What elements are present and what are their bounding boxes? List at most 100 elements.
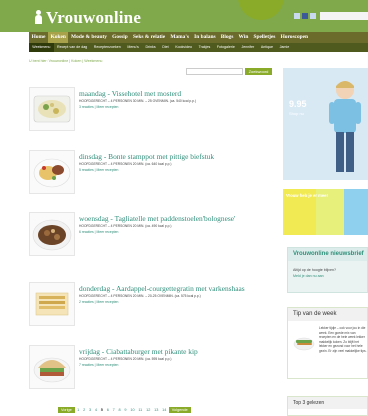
page-link[interactable]: 12 (145, 408, 152, 412)
page-link[interactable]: 11 (137, 408, 144, 412)
subnav-item[interactable]: Jamie (276, 43, 292, 52)
nav-item[interactable]: Horoscopen (278, 32, 311, 43)
recipe-item: donderdag - Aardappel-courgettegratin me… (29, 282, 279, 340)
recipe-item: woensdag - Tagliatelle met paddenstoelen… (29, 212, 279, 270)
recipe-photo[interactable] (29, 87, 75, 131)
pagination: Vorige 1 2 3 4 5 6 7 8 9 10 11 12 13 14 Volgende (58, 407, 191, 413)
more-recipes-link[interactable]: Meer recepten (97, 363, 119, 367)
next-page-button[interactable]: Volgende (168, 407, 191, 413)
header-search-input[interactable] (320, 12, 368, 20)
main-nav: Home Koken Mode & beauty Gossip Seks & relat… (29, 32, 368, 43)
search-button[interactable]: Zoekwoord (245, 68, 272, 75)
more-recipes-link[interactable]: Meer recepten (97, 105, 119, 109)
reactions-link[interactable]: 6 reacties (79, 230, 94, 234)
advertisement-banner[interactable]: 9.95 Shop nu (283, 68, 368, 180)
recipe-title[interactable]: maandag - Vissehotel met mosterd (79, 89, 181, 98)
nav-item[interactable]: Gossip (110, 32, 131, 43)
woman-icon (34, 10, 43, 24)
nav-item[interactable]: Home (29, 32, 48, 43)
decorative-circle (238, 0, 284, 20)
ad-text: Vrouw heb je er mee! (286, 193, 328, 198)
breadcrumb: U bent hier: Vrouwonline | Koken | Weekm… (29, 59, 103, 63)
facebook-icon[interactable] (302, 13, 308, 19)
top3-box: Top 3 gelezen (287, 396, 368, 416)
more-recipes-link[interactable]: Meer recepten (97, 168, 119, 172)
page-link[interactable]: 9 (123, 408, 128, 412)
recipe-title[interactable]: donderdag - Aardappel-courgettegratin me… (79, 284, 245, 293)
dish-icon (33, 158, 71, 188)
twitter-icon[interactable] (310, 13, 316, 19)
page-link[interactable]: 4 (94, 408, 99, 412)
separator: | (94, 105, 96, 109)
subnav-item[interactable]: Trakjes (195, 43, 213, 52)
recipe-photo[interactable] (29, 282, 75, 326)
separator: | (94, 300, 96, 304)
social-icons (294, 13, 316, 20)
newsletter-signup-link[interactable]: Meld je dan nu aan (288, 273, 367, 279)
more-recipes-link[interactable]: Meer recepten (97, 300, 119, 304)
recipe-title[interactable]: dinsdag - Bonte stamppot met pittige bie… (79, 152, 214, 161)
recipe-search-input[interactable] (186, 68, 243, 75)
recipe-meta: HOOFDGERECHT – 4 PERSONEN 20 MIN. – 20-2… (79, 294, 201, 298)
recipe-reactions: 6 reacties | Meer recepten (79, 230, 118, 234)
dish-icon (33, 357, 71, 383)
page-link[interactable]: 8 (117, 408, 122, 412)
rss-icon[interactable] (294, 13, 300, 19)
page-link[interactable]: 7 (111, 408, 116, 412)
recipe-item: vrijdag - Ciabattaburger met pikante kip… (29, 345, 279, 403)
header-bar: Vrouwonline (0, 0, 368, 32)
subnav-item[interactable]: Drinks (142, 43, 159, 52)
page-link[interactable]: 5 (99, 408, 104, 412)
subnav-item[interactable]: Receptenzoeken (90, 43, 124, 52)
reactions-link[interactable]: 2 reacties (79, 300, 94, 304)
subnav-item[interactable]: Antique (258, 43, 277, 52)
advertisement-banner-small[interactable]: Vrouw heb je er mee! (283, 189, 368, 235)
subnav-item[interactable]: Menu's (124, 43, 142, 52)
nav-item[interactable]: Win (236, 32, 251, 43)
reactions-link[interactable]: 7 reacties (79, 363, 94, 367)
tip-of-week-box: Tip van de week Lekker tijdje – ook voor… (287, 307, 368, 379)
separator: | (94, 363, 96, 367)
more-recipes-link[interactable]: Meer recepten (97, 230, 119, 234)
recipe-photo[interactable] (29, 212, 75, 256)
subnav-item[interactable]: Fotogalerie (214, 43, 239, 52)
subnav-item[interactable]: Diet (159, 43, 172, 52)
subnav-item[interactable]: Jennifer (238, 43, 257, 52)
site-logo[interactable]: Vrouwonline (34, 8, 141, 28)
recipe-meta: HOOFDGERECHT – 4 PERSONEN 20 MIN. (ca. 5… (79, 357, 172, 361)
prev-page-button[interactable]: Vorige (58, 407, 75, 413)
recipe-photo[interactable] (29, 345, 75, 389)
nav-item[interactable]: Koken (47, 32, 69, 43)
tip-food-icon (293, 337, 315, 351)
separator: | (94, 230, 96, 234)
recipe-photo[interactable] (29, 150, 75, 194)
page-link[interactable]: 1 (76, 408, 81, 412)
ad-price: 9.95 Shop nu (289, 100, 307, 118)
reactions-link[interactable]: 3 reacties (79, 105, 94, 109)
recipe-reactions: 7 reacties | Meer recepten (79, 363, 118, 367)
dish-icon (33, 95, 71, 123)
recipe-title[interactable]: vrijdag - Ciabattaburger met pikante kip (79, 347, 198, 356)
recipe-title[interactable]: woensdag - Tagliatelle met paddenstoelen… (79, 214, 235, 223)
child-photo-icon (329, 81, 361, 172)
page-link[interactable]: 14 (161, 408, 168, 412)
page-link[interactable]: 6 (105, 408, 110, 412)
subnav-item[interactable]: Kookvideo (172, 43, 195, 52)
nav-item[interactable]: Mama's (168, 32, 192, 43)
nav-item[interactable]: Spelletjes (251, 32, 278, 43)
nav-item[interactable]: Mode & beauty (68, 32, 109, 43)
recipe-meta: HOOFDGERECHT – 4 PERSONEN 20 MIN. (ca. 4… (79, 224, 172, 228)
recipe-meta: HOOFDGERECHT – 4 PERSONEN 30 MIN. – 25 O… (79, 99, 197, 103)
reactions-link[interactable]: 5 reacties (79, 168, 94, 172)
nav-item[interactable]: Blogs (218, 32, 236, 43)
page-link[interactable]: 13 (153, 408, 160, 412)
page-link[interactable]: 3 (88, 408, 93, 412)
newsletter-box: Vrouwonline nieuwsbrief Altijd op de hoo… (287, 247, 368, 293)
nav-item[interactable]: Seks & relatie (130, 32, 167, 43)
page-link[interactable]: 10 (129, 408, 136, 412)
subnav-item[interactable]: Weekmenu (29, 43, 54, 52)
nav-item[interactable]: In balans (192, 32, 219, 43)
recipe-reactions: 5 reacties | Meer recepten (79, 168, 118, 172)
page-link[interactable]: 2 (82, 408, 87, 412)
subnav-item[interactable]: Recept van de dag (54, 43, 91, 52)
